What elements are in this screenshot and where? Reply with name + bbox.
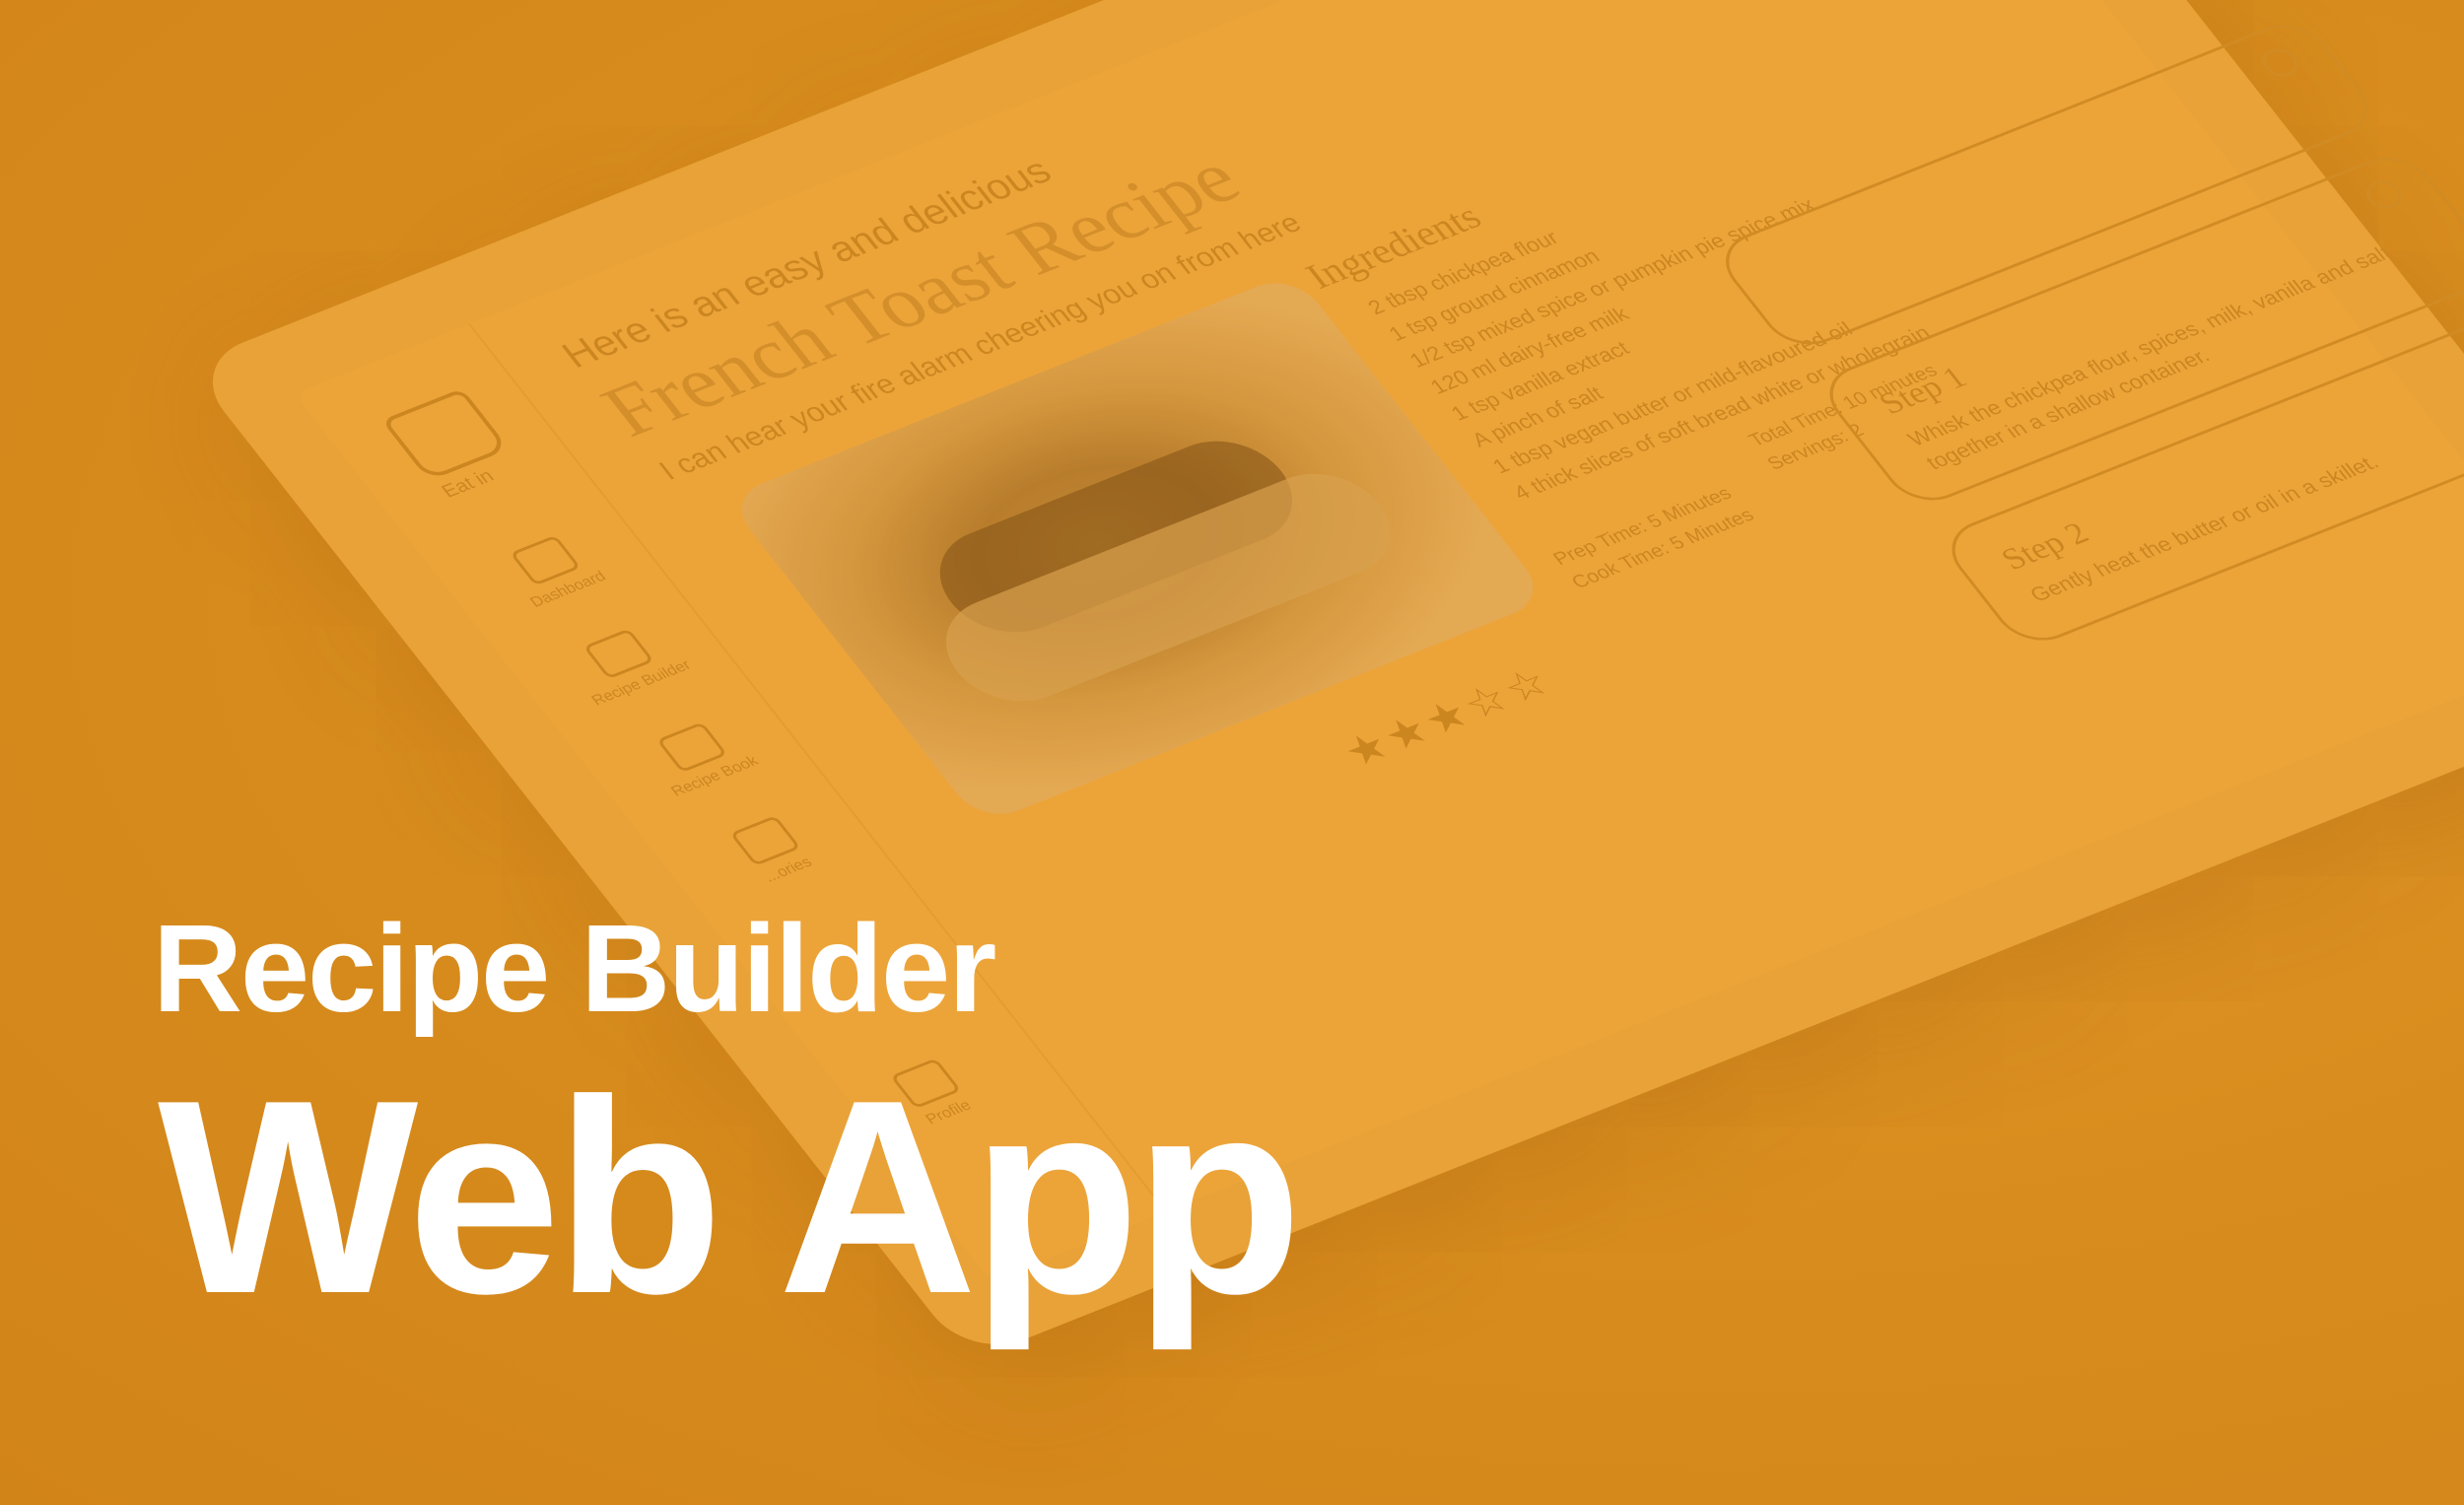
hero-title-line1: Recipe Builder bbox=[153, 899, 996, 1038]
hero-title-line2: Web App bbox=[158, 1044, 1303, 1351]
